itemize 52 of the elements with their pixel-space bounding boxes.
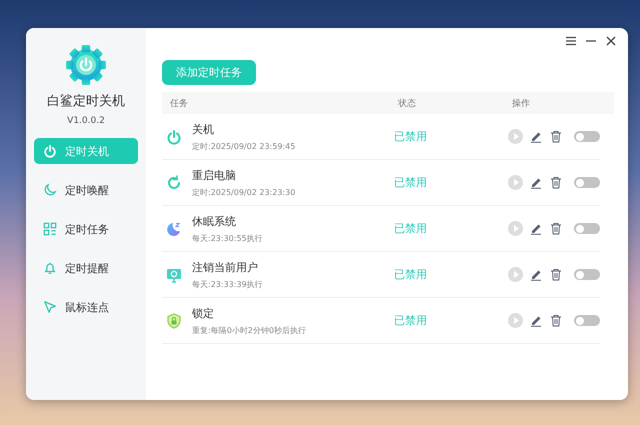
toggle-switch[interactable] — [574, 177, 600, 188]
task-schedule: 定时:2025/09/02 23:59:45 — [192, 140, 296, 152]
task-schedule: 每天:23:33:39执行 — [192, 278, 264, 290]
task-name: 锁定 — [192, 306, 215, 320]
moon-icon — [166, 220, 182, 236]
sidebar-item[interactable]: 定时提醒 — [34, 255, 138, 281]
gear-power-logo — [65, 44, 107, 86]
task-name: 注销当前用户 — [192, 260, 259, 274]
toggle-switch[interactable] — [574, 269, 600, 280]
task-name: 关机 — [192, 122, 215, 136]
task-status: 已禁用 — [394, 221, 428, 236]
task-schedule: 每天:23:30:55执行 — [192, 232, 264, 244]
toggle-switch[interactable] — [574, 315, 600, 326]
app-version: V1.0.0.2 — [67, 116, 105, 126]
delete-icon[interactable] — [550, 314, 562, 327]
moon-icon — [43, 183, 57, 197]
edit-icon[interactable] — [530, 314, 543, 327]
toggle-switch[interactable] — [574, 131, 600, 142]
delete-icon[interactable] — [550, 130, 562, 143]
app-name: 白鲨定时关机 — [47, 93, 125, 110]
monitor-icon — [166, 266, 182, 282]
edit-icon[interactable] — [530, 222, 543, 235]
edit-icon[interactable] — [530, 130, 543, 143]
task-status: 已禁用 — [394, 313, 428, 328]
task-name: 休眠系统 — [192, 214, 237, 228]
column-header: 任务 — [170, 98, 189, 110]
task-name: 重启电脑 — [192, 168, 237, 182]
task-schedule: 重复:每隔0小时2分钟0秒后执行 — [192, 324, 307, 336]
column-header: 操作 — [512, 98, 531, 110]
task-schedule: 定时:2025/09/02 23:23:30 — [192, 186, 296, 198]
grid-icon — [43, 222, 57, 236]
task-status: 已禁用 — [394, 267, 428, 282]
edit-icon[interactable] — [530, 176, 543, 189]
power-icon — [43, 144, 57, 158]
delete-icon[interactable] — [550, 176, 562, 189]
menu-icon[interactable] — [566, 36, 576, 46]
task-status: 已禁用 — [394, 175, 428, 190]
delete-icon[interactable] — [550, 268, 562, 281]
delete-icon[interactable] — [550, 222, 562, 235]
sidebar-item[interactable]: 定时任务 — [34, 216, 138, 242]
cursor-icon — [43, 300, 57, 314]
task-status: 已禁用 — [394, 129, 428, 144]
sidebar-item[interactable]: 鼠标连点 — [34, 294, 138, 320]
sidebar-item[interactable]: 定时唤醒 — [34, 177, 138, 203]
column-header: 状态 — [398, 98, 417, 110]
shield-lock-icon — [166, 312, 182, 328]
close-icon[interactable] — [606, 36, 616, 46]
toggle-switch[interactable] — [574, 223, 600, 234]
edit-icon[interactable] — [530, 268, 543, 281]
restart-arrow-icon — [166, 174, 182, 190]
power-icon — [166, 128, 182, 144]
bell-icon — [43, 261, 57, 275]
